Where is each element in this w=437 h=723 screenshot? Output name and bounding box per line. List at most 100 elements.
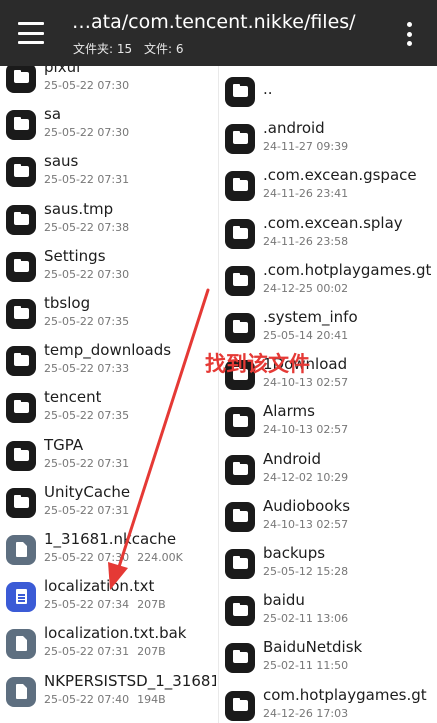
item-name: NKPERSISTSD_1_31681 — [44, 671, 216, 690]
item-date: 24-12-25 00:02 — [263, 281, 349, 295]
item-date: 24-10-13 02:57 — [263, 517, 349, 531]
app-bar: …ata/com.tencent.nikke/files/ 文件夹: 15 文件… — [0, 0, 437, 66]
item-meta: 24-12-02 10:29 — [263, 471, 356, 484]
right-file-pane[interactable]: .. .android 24-11-27 09:39 .com.excean.gspa… — [219, 66, 437, 723]
folder-icon — [6, 66, 36, 93]
folder-icon — [225, 501, 255, 532]
folder-item[interactable]: Android 24-12-02 10:29 — [219, 448, 437, 495]
folder-item[interactable]: tencent 25-05-22 07:35 — [0, 386, 219, 433]
folder-item[interactable]: Settings 25-05-22 07:30 — [0, 245, 219, 292]
menu-icon[interactable] — [18, 22, 44, 44]
folder-item[interactable]: tbslog 25-05-22 07:35 — [0, 292, 219, 339]
item-date: 25-05-14 20:41 — [263, 329, 349, 342]
folder-item[interactable]: UnityCache 25-05-22 07:31 — [0, 481, 219, 528]
folder-item[interactable]: saus 25-05-22 07:31 — [0, 150, 219, 197]
folder-item[interactable]: .com.hotplaygames.gt 24-12-25 00:02 — [219, 259, 437, 306]
folder-icon — [225, 549, 255, 579]
item-name: .. — [263, 80, 273, 98]
folder-item[interactable]: .. — [219, 70, 437, 117]
folder-icon — [225, 77, 255, 107]
item-counts: 文件夹: 15 文件: 6 — [73, 40, 191, 57]
item-name: .com.hotplaygames.gt — [263, 260, 432, 279]
item-date: 24-10-13 02:57 — [263, 376, 349, 390]
item-size: 207B — [137, 645, 166, 659]
folder-item[interactable]: .com.excean.gspace 24-11-26 23:41 — [219, 164, 437, 211]
item-meta: 25-05-22 07:30 — [44, 79, 137, 92]
item-name: temp_downloads — [44, 341, 172, 360]
folder-item[interactable]: pixui 25-05-22 07:30 — [0, 66, 219, 103]
item-date: 25-05-22 07:31 — [44, 645, 130, 659]
item-date: 25-05-22 07:30 — [44, 551, 130, 564]
item-date: 24-12-02 10:29 — [263, 470, 349, 484]
item-name: Settings — [44, 246, 106, 265]
folder-item[interactable]: TGPA 25-05-22 07:31 — [0, 434, 219, 481]
folder-icon — [6, 157, 36, 188]
folder-item[interactable]: com.hotplaygames.gt 24-12-26 17:03 — [219, 684, 437, 723]
item-name: UnityCache — [44, 482, 131, 501]
left-file-pane[interactable]: pixui 25-05-22 07:30 sa 25-05-22 07:30 saus 2… — [0, 66, 219, 723]
item-meta: 25-05-22 07:33 — [44, 362, 137, 375]
item-name: backups — [263, 544, 326, 562]
item-date: 25-05-22 07:35 — [44, 409, 130, 423]
item-date: 25-05-22 07:30 — [44, 79, 130, 92]
more-options-icon[interactable] — [402, 22, 416, 46]
folder-item[interactable]: sa 25-05-22 07:30 — [0, 103, 219, 150]
folder-icon — [6, 251, 36, 282]
folder-icon — [225, 454, 255, 485]
file-item[interactable]: NKPERSISTSD_1_31681 25-05-22 07:40 194B — [0, 670, 219, 717]
folder-count: 文件夹: 15 — [73, 42, 133, 56]
folder-item[interactable]: saus.tmp 25-05-22 07:38 — [0, 198, 219, 245]
item-name: localization.txt — [44, 577, 155, 596]
item-name: .com.excean.splay — [263, 213, 403, 232]
file-item[interactable]: 1_31681.nkcache 25-05-22 07:30 224.00K — [0, 528, 219, 575]
item-meta: 25-05-22 07:35 — [44, 409, 137, 422]
folder-icon — [225, 643, 255, 674]
folder-icon — [6, 110, 36, 141]
folder-icon — [225, 690, 255, 721]
item-name: .system_info — [263, 308, 358, 326]
item-name: saus.tmp — [44, 199, 114, 218]
item-size: 194B — [137, 692, 166, 706]
item-date: 25-05-22 07:35 — [44, 315, 130, 328]
item-name: .com.excean.gspace — [263, 166, 417, 185]
item-name: .android — [263, 119, 325, 138]
item-name: TGPA — [44, 435, 84, 454]
item-date: 25-05-22 07:31 — [44, 456, 130, 470]
file-item[interactable]: localization.txt 25-05-22 07:34 207B — [0, 575, 219, 622]
item-date: 25-05-22 07:33 — [44, 362, 130, 376]
item-date: 24-10-13 02:57 — [263, 423, 349, 437]
folder-item[interactable]: temp_downloads 25-05-22 07:33 — [0, 339, 219, 386]
item-meta: 25-05-22 07:31 — [44, 504, 137, 517]
item-meta: 25-05-22 07:31 — [44, 173, 137, 186]
item-meta: 24-11-26 23:41 — [263, 187, 356, 200]
folder-item[interactable]: .system_info 25-05-14 20:41 — [219, 306, 437, 353]
item-date: 25-05-22 07:34 — [44, 598, 130, 612]
folder-item[interactable]: .com.excean.splay 24-11-26 23:58 — [219, 212, 437, 259]
folder-item[interactable]: backups 25-05-12 15:28 — [219, 542, 437, 589]
item-size: 224.00K — [137, 551, 183, 564]
folder-item[interactable]: baidu 25-02-11 13:06 — [219, 589, 437, 636]
file-icon — [6, 629, 36, 660]
item-meta: 25-05-22 07:31 207B — [44, 645, 174, 658]
folder-item[interactable]: Audiobooks 24-10-13 02:57 — [219, 495, 437, 542]
item-date: 24-11-26 23:41 — [263, 187, 349, 201]
file-item[interactable]: localization.txt.bak 25-05-22 07:31 207B — [0, 622, 219, 669]
folder-icon — [6, 487, 36, 518]
item-date: 25-05-12 15:28 — [263, 565, 349, 578]
folder-icon — [6, 440, 36, 471]
item-date: 24-11-27 09:39 — [263, 140, 349, 154]
item-meta: 25-05-22 07:35 — [44, 315, 137, 328]
item-date: 25-05-22 07:31 — [44, 173, 130, 187]
item-date: 25-05-22 07:40 — [44, 692, 130, 706]
folder-icon — [6, 346, 36, 377]
folder-item[interactable]: .android 24-11-27 09:39 — [219, 117, 437, 164]
folder-icon — [6, 393, 36, 424]
folder-icon — [225, 596, 255, 627]
folder-item[interactable]: BaiduNetdisk 25-02-11 11:50 — [219, 636, 437, 683]
folder-icon — [6, 299, 36, 329]
item-name: localization.txt.bak — [44, 624, 187, 643]
file-count: 文件: 6 — [143, 42, 184, 56]
item-date: 25-02-11 13:06 — [263, 612, 349, 626]
item-name: com.hotplaygames.gt — [263, 685, 427, 704]
folder-item[interactable]: Alarms 24-10-13 02:57 — [219, 400, 437, 447]
